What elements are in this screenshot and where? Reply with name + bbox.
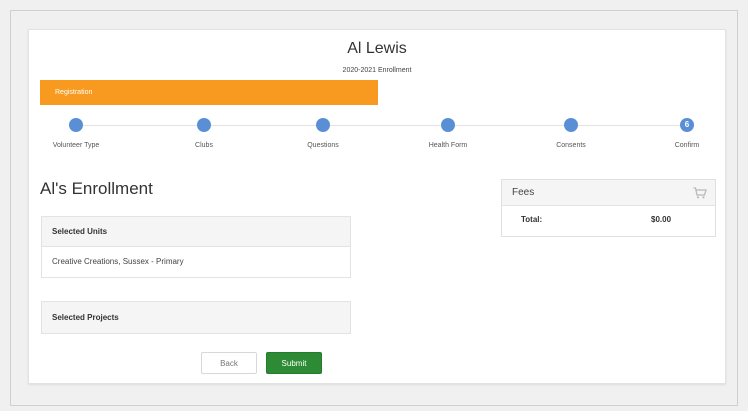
step-health-form[interactable]: Health Form [408, 118, 488, 149]
step-label: Health Form [428, 142, 468, 149]
step-dot: 6 [680, 118, 694, 132]
fees-total-row: Total: $0.00 [502, 206, 715, 236]
selected-unit-item: Creative Creations, Sussex - Primary [52, 257, 184, 266]
progress-label: Registration [55, 89, 93, 96]
step-consents[interactable]: Consents [531, 118, 611, 149]
step-label: Questions [307, 142, 339, 149]
back-button[interactable]: Back [201, 352, 257, 374]
enrollment-year: 2020-2021 Enrollment [342, 67, 412, 74]
step-label: Clubs [195, 142, 213, 149]
step-dot [316, 118, 330, 132]
submit-button[interactable]: Submit [266, 352, 322, 374]
fees-title: Fees [512, 187, 535, 198]
cart-icon[interactable] [693, 187, 707, 199]
enrollment-card: Al Lewis 2020-2021 Enrollment Registrati… [28, 29, 726, 384]
fees-header: Fees [502, 180, 715, 206]
step-dot [564, 118, 578, 132]
step-volunteer-type[interactable]: Volunteer Type [36, 118, 116, 149]
step-label: Consents [556, 142, 586, 149]
step-dot [69, 118, 83, 132]
selected-units-panel: Selected Units Creative Creations, Susse… [41, 216, 351, 278]
step-label: Volunteer Type [52, 142, 100, 149]
selected-units-heading: Selected Units [42, 217, 350, 247]
progress-bar: Registration [40, 80, 378, 105]
fees-panel: Fees Total: $0.00 [501, 179, 716, 237]
step-dot [441, 118, 455, 132]
selected-projects-panel: Selected Projects [41, 301, 351, 334]
fees-total-label: Total: [521, 215, 543, 224]
step-dot [197, 118, 211, 132]
member-name: Al Lewis [347, 40, 407, 57]
step-questions[interactable]: Questions [283, 118, 363, 149]
fees-total-value: $0.00 [651, 215, 672, 224]
page-title: Al's Enrollment [40, 179, 153, 198]
step-confirm[interactable]: 6 Confirm [647, 118, 727, 149]
selected-projects-heading: Selected Projects [42, 302, 350, 333]
step-clubs[interactable]: Clubs [164, 118, 244, 149]
step-label: Confirm [674, 142, 700, 149]
